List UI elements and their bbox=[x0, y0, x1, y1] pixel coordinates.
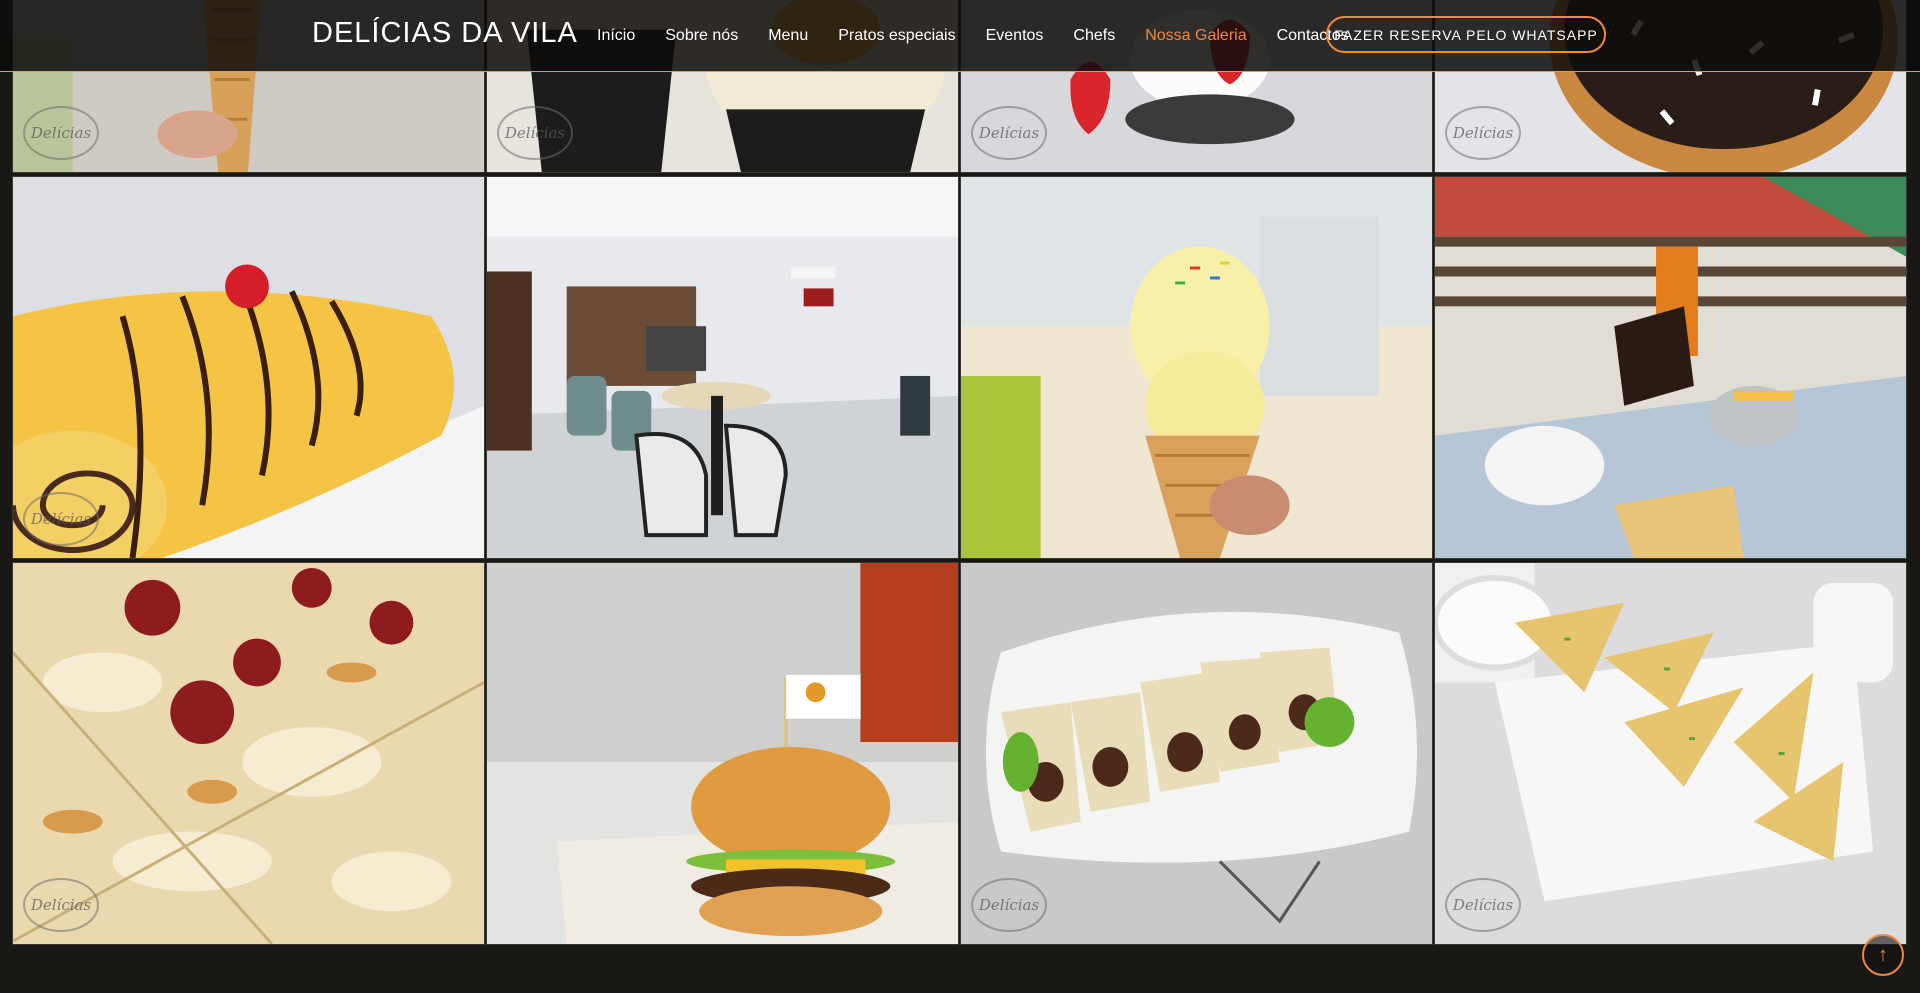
watermark-logo: Delícias bbox=[23, 878, 99, 932]
nav-chefs[interactable]: Chefs bbox=[1073, 27, 1115, 45]
nav-pratos-especiais[interactable]: Pratos especiais bbox=[838, 27, 955, 45]
back-to-top-button[interactable]: ↑ bbox=[1862, 934, 1904, 976]
site-header: DELÍCIAS DA VILA Início Sobre nós Menu P… bbox=[0, 0, 1920, 72]
watermark-logo: Delícias bbox=[971, 106, 1047, 160]
nav-eventos[interactable]: Eventos bbox=[986, 27, 1044, 45]
watermark-logo: Delícias bbox=[23, 106, 99, 160]
whatsapp-reservation-button[interactable]: FAZER RESERVA PELO WHATSAPP bbox=[1326, 16, 1606, 53]
gallery-item[interactable]: Delícias bbox=[1434, 562, 1907, 945]
ice-cream-cone-closeup-photo bbox=[961, 177, 1432, 558]
gallery-item[interactable] bbox=[960, 176, 1433, 559]
burger-photo bbox=[487, 563, 958, 944]
gallery-item[interactable] bbox=[486, 176, 959, 559]
terrace-breakfast-photo bbox=[1435, 177, 1906, 558]
gallery-item[interactable]: Delícias bbox=[12, 562, 485, 945]
gallery-item[interactable] bbox=[1434, 176, 1907, 559]
brand-logo[interactable]: DELÍCIAS DA VILA bbox=[312, 17, 578, 50]
watermark-logo: Delícias bbox=[971, 878, 1047, 932]
nav-inicio[interactable]: Início bbox=[597, 27, 635, 45]
watermark-logo: Delícias bbox=[497, 106, 573, 160]
watermark-logo: Delícias bbox=[1445, 878, 1521, 932]
nav-menu[interactable]: Menu bbox=[768, 27, 808, 45]
arrow-up-icon: ↑ bbox=[1878, 943, 1888, 966]
cafe-interior-photo bbox=[487, 177, 958, 558]
nav-sobre-nos[interactable]: Sobre nós bbox=[665, 27, 738, 45]
watermark-logo: Delícias bbox=[1445, 106, 1521, 160]
main-nav: Início Sobre nós Menu Pratos especiais E… bbox=[597, 0, 1379, 71]
photo-gallery: Delícias Delícias Delícias Delícias Delí… bbox=[12, 0, 1907, 945]
nav-nossa-galeria[interactable]: Nossa Galeria bbox=[1145, 27, 1246, 45]
gallery-item[interactable]: Delícias bbox=[960, 562, 1433, 945]
watermark-logo: Delícias bbox=[23, 492, 99, 546]
gallery-item[interactable]: Delícias bbox=[12, 176, 485, 559]
gallery-item[interactable] bbox=[486, 562, 959, 945]
